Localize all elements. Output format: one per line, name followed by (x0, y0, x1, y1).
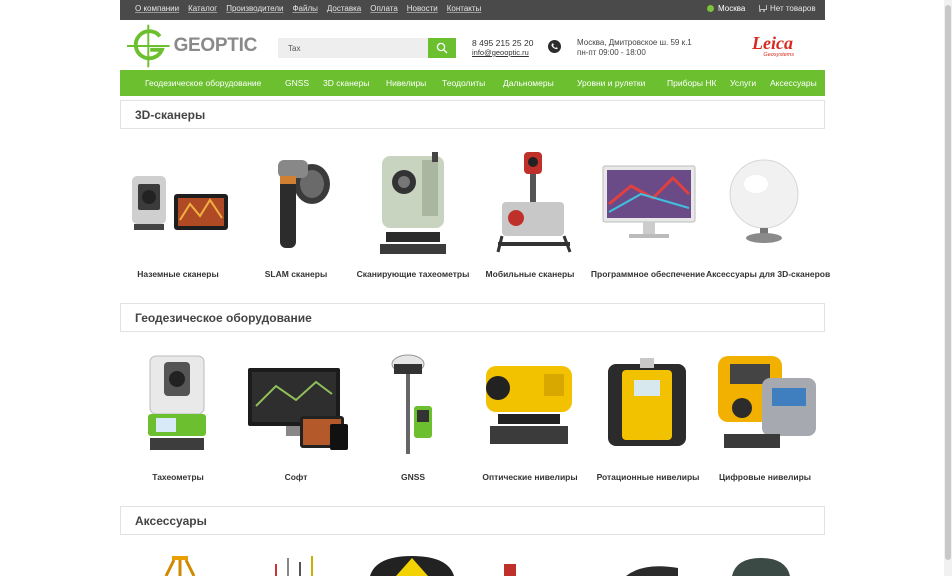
leica-logo[interactable]: Leica Geosystems (752, 34, 798, 62)
scanning-total-station-image[interactable] (374, 150, 452, 256)
search-input[interactable] (278, 38, 428, 58)
nav-item-accessories[interactable]: Аксессуары (770, 78, 817, 88)
section-title: Аксессуары (135, 514, 207, 528)
nav-item-geodesic[interactable]: Геодезическое оборудование (145, 78, 261, 88)
city-selector[interactable]: Москва (707, 4, 745, 13)
rotating-laser-image[interactable] (600, 356, 694, 452)
page: О компании Каталог Производители Файлы Д… (0, 0, 952, 576)
phone-number[interactable]: 8 495 215 25 20 (472, 38, 533, 48)
top-bar: О компании Каталог Производители Файлы Д… (120, 0, 825, 20)
search-box (278, 38, 456, 58)
top-link-about[interactable]: О компании (135, 4, 179, 13)
nav-item-3d-scanners[interactable]: 3D сканеры (323, 78, 369, 88)
nav-item-levels[interactable]: Нивелиры (386, 78, 426, 88)
cart-icon (758, 5, 767, 12)
nav-item-tapes[interactable]: Уровни и рулетки (577, 78, 645, 88)
software-screens-image[interactable] (246, 366, 350, 452)
city-label: Москва (718, 4, 746, 13)
address-block: Москва, Дмитровское ш. 59 к.1 пн-пт 09:0… (577, 38, 692, 58)
nav-item-gnss[interactable]: GNSS (285, 78, 309, 88)
category-rotating-levels[interactable]: Ротационные нивелиры (589, 472, 707, 482)
whatsapp-icon[interactable] (548, 40, 561, 53)
email-link[interactable]: info@geooptic.ru (472, 48, 529, 57)
working-hours: пн-пт 09:00 - 18:00 (577, 48, 646, 57)
category-scanning-total-stations[interactable]: Сканирующие тахеометры (354, 269, 472, 279)
category-digital-levels[interactable]: Цифровые нивелиры (706, 472, 824, 482)
top-links: О компании Каталог Производители Файлы Д… (135, 4, 481, 13)
optical-level-image[interactable] (484, 358, 578, 452)
top-link-payment[interactable]: Оплата (370, 4, 398, 13)
scrollbar-thumb[interactable] (945, 5, 951, 560)
accessory-red-image[interactable] (496, 560, 526, 576)
cart-label: Нет товаров (770, 4, 816, 13)
target-board-image[interactable] (366, 554, 458, 576)
category-software-geo[interactable]: Софт (237, 472, 355, 482)
brand-logo-text: Leica (752, 33, 793, 53)
top-link-news[interactable]: Новости (407, 4, 438, 13)
gnss-receiver-image[interactable] (386, 352, 440, 458)
category-terrestrial-scanners[interactable]: Наземные сканеры (119, 269, 237, 279)
software-monitor-image[interactable] (601, 164, 697, 244)
tripod-image[interactable] (160, 552, 200, 576)
logo-mark-icon (127, 24, 170, 68)
cart-link[interactable]: Нет товаров (758, 4, 816, 13)
category-3d-accessories[interactable]: Аксессуары для 3D-сканеров (706, 269, 830, 279)
backpack-image[interactable] (726, 556, 796, 576)
address-text: Москва, Дмитровское ш. 59 к.1 (577, 38, 692, 47)
top-link-catalog[interactable]: Каталог (188, 4, 217, 13)
search-icon (436, 42, 448, 54)
category-mobile-scanners[interactable]: Мобильные сканеры (471, 269, 589, 279)
section-title: 3D-сканеры (135, 108, 206, 122)
search-button[interactable] (428, 38, 456, 58)
category-gnss[interactable]: GNSS (354, 472, 472, 482)
top-link-delivery[interactable]: Доставка (327, 4, 361, 13)
scrollbar[interactable] (944, 0, 952, 576)
location-icon (707, 5, 714, 12)
total-station-image[interactable] (140, 352, 214, 458)
case-image[interactable] (624, 562, 680, 576)
top-link-contacts[interactable]: Контакты (447, 4, 482, 13)
section-title: Геодезическое оборудование (135, 311, 312, 325)
digital-level-image[interactable] (714, 352, 818, 456)
category-optical-levels[interactable]: Оптические нивелиры (471, 472, 589, 482)
section-header-3d-scanners: 3D-сканеры (120, 100, 825, 129)
logo-text: GEOPTIC (173, 35, 258, 56)
nav-item-rangefinders[interactable]: Дальномеры (503, 78, 554, 88)
site-logo[interactable]: GEOPTIC (127, 24, 257, 68)
slam-scanner-image[interactable] (258, 148, 334, 258)
main-nav: Геодезическое оборудование GNSS 3D скане… (120, 70, 825, 96)
nav-item-services[interactable]: Услуги (730, 78, 756, 88)
category-slam-scanners[interactable]: SLAM сканеры (237, 269, 355, 279)
nav-item-ndt[interactable]: Приборы НК (667, 78, 716, 88)
category-software[interactable]: Программное обеспечение (589, 269, 707, 279)
prism-poles-image[interactable] (268, 556, 318, 576)
mobile-scanner-image[interactable] (494, 148, 574, 256)
category-total-stations[interactable]: Тахеометры (119, 472, 237, 482)
phone-handset-icon (551, 43, 558, 50)
section-header-accessories: Аксессуары (120, 506, 825, 535)
scanner-sphere-target-image[interactable] (726, 158, 802, 246)
top-link-manufacturers[interactable]: Производители (226, 4, 283, 13)
nav-item-theodolites[interactable]: Теодолиты (442, 78, 485, 88)
section-header-geodesic: Геодезическое оборудование (120, 303, 825, 332)
top-link-files[interactable]: Файлы (292, 4, 317, 13)
terrestrial-scanner-image[interactable] (128, 170, 230, 238)
